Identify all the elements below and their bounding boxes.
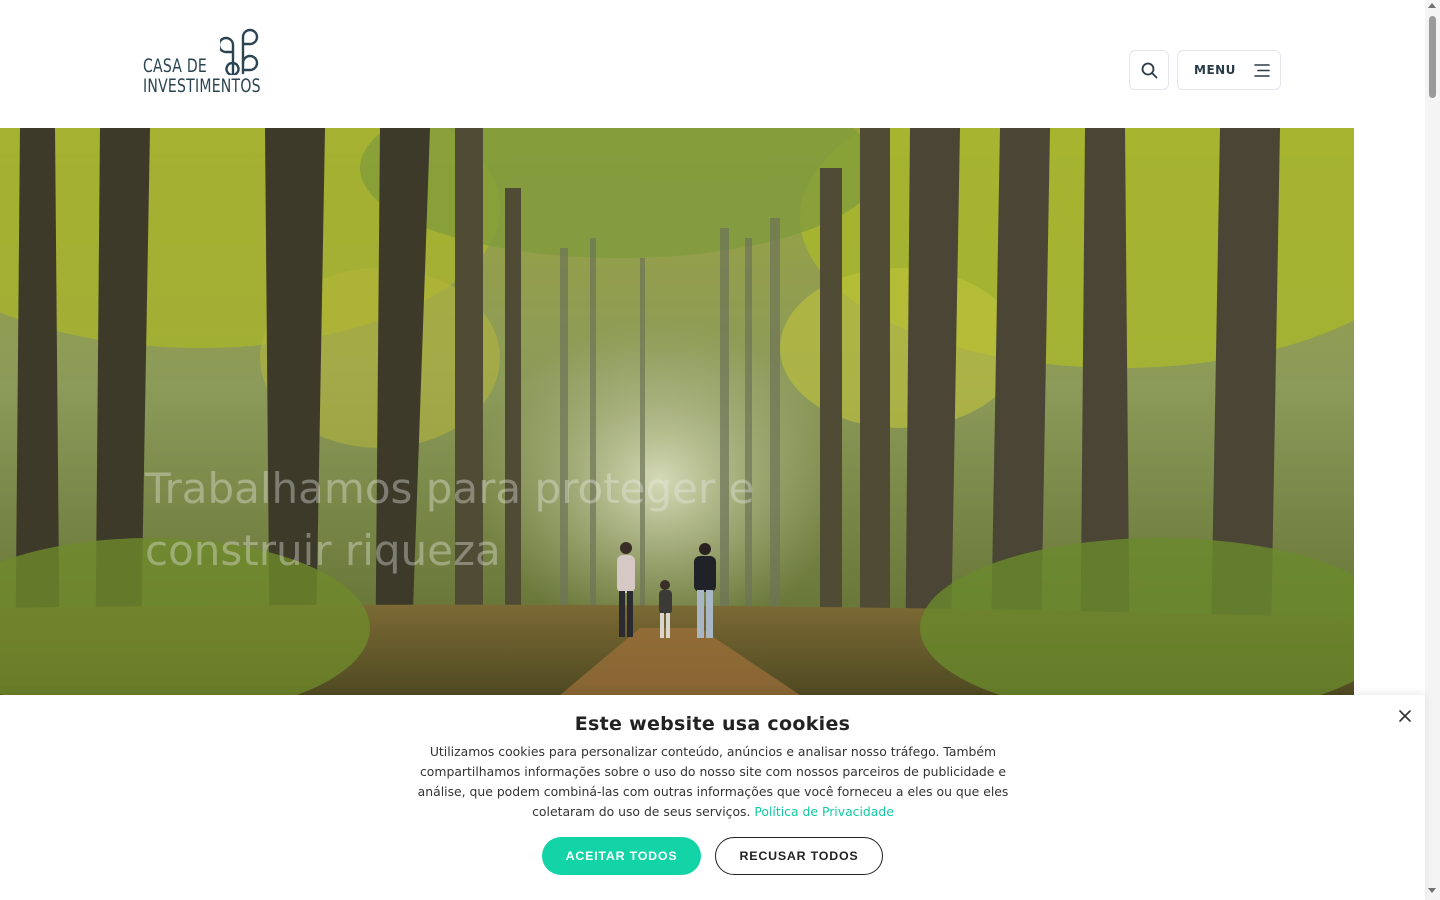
site-header: CASA DE INVESTIMENTOS MENU — [0, 0, 1425, 128]
privacy-policy-link[interactable]: Política de Privacidade — [754, 804, 894, 819]
search-button[interactable] — [1129, 50, 1169, 90]
reject-all-button[interactable]: RECUSAR TODOS — [715, 837, 883, 875]
cookie-text: Utilizamos cookies para personalizar con… — [408, 742, 1018, 822]
logo-line1: CASA DE — [143, 55, 207, 77]
hero-title: Trabalhamos para proteger e construir ri… — [145, 464, 755, 575]
scroll-up-arrow-icon[interactable] — [1428, 3, 1436, 8]
logo-mark-icon — [220, 28, 259, 75]
menu-label: MENU — [1194, 63, 1236, 77]
hamburger-icon — [1254, 63, 1270, 77]
page-scrollbar[interactable] — [1425, 0, 1440, 900]
cookie-title: Este website usa cookies — [574, 713, 851, 735]
close-icon[interactable] — [1397, 708, 1413, 724]
logo[interactable]: CASA DE INVESTIMENTOS — [143, 27, 283, 97]
scroll-down-arrow-icon[interactable] — [1428, 888, 1436, 893]
accept-all-button[interactable]: ACEITAR TODOS — [542, 837, 701, 875]
cookie-banner: Este website usa cookies Utilizamos cook… — [0, 695, 1425, 900]
scroll-thumb[interactable] — [1429, 16, 1436, 98]
cookie-text-body: Utilizamos cookies para personalizar con… — [417, 744, 1009, 819]
logo-line2: INVESTIMENTOS — [143, 75, 261, 97]
hero-banner: Trabalhamos para proteger e construir ri… — [0, 128, 1354, 695]
menu-button[interactable]: MENU — [1177, 50, 1281, 90]
hero-forest-image — [0, 128, 1354, 695]
search-icon — [1141, 62, 1157, 78]
